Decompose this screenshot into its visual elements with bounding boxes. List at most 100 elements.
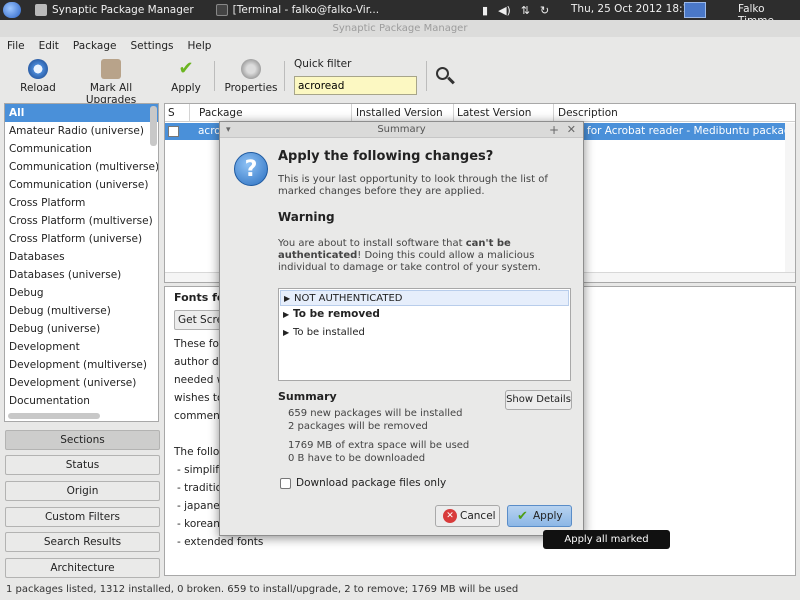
properties-label: Properties — [224, 82, 278, 94]
window-title: Synaptic Package Manager — [0, 20, 800, 37]
menu-edit[interactable]: Edit — [32, 37, 66, 55]
status-button[interactable]: Status — [5, 455, 160, 475]
category-item[interactable]: Debug (universe) — [5, 320, 158, 338]
search-icon[interactable] — [436, 67, 456, 87]
dialog-heading: Apply the following changes? — [278, 149, 494, 164]
origin-button[interactable]: Origin — [5, 481, 160, 501]
expander-icon[interactable]: ▶ — [284, 291, 290, 306]
reload-label: Reload — [20, 82, 56, 94]
expander-icon[interactable]: ▶ — [283, 307, 289, 322]
category-item[interactable]: Development — [5, 338, 158, 356]
col-installed-version[interactable]: Installed Version — [356, 107, 443, 119]
category-item[interactable]: Amateur Radio (universe) — [5, 122, 158, 140]
search-results-button[interactable]: Search Results — [5, 532, 160, 552]
category-vertical-scrollbar[interactable] — [150, 106, 157, 146]
quick-filter-input[interactable] — [294, 76, 417, 95]
checkmark-icon: ✔ — [517, 509, 528, 524]
changes-tree[interactable]: ▶ NOT AUTHENTICATED ▶ To be removed ▶ To… — [278, 288, 571, 381]
category-item[interactable]: Databases — [5, 248, 158, 266]
update-icon[interactable]: ↻ — [540, 4, 549, 17]
description-title: Fonts fo — [174, 291, 225, 304]
description-line: needed w — [174, 374, 226, 386]
category-item[interactable]: Communication — [5, 140, 158, 158]
custom-filters-button[interactable]: Custom Filters — [5, 507, 160, 527]
apply-button[interactable]: ✔ Apply — [507, 505, 572, 527]
architecture-button[interactable]: Architecture — [5, 558, 160, 578]
menu-file[interactable]: File — [0, 37, 32, 55]
dialog-titlebar: ▾ Summary + ✕ — [220, 122, 583, 138]
workspace-switcher[interactable] — [684, 2, 706, 18]
task-terminal-label: [Terminal - falko@falko-Vir... — [232, 4, 380, 16]
description-line: - korean — [177, 518, 220, 530]
battery-icon[interactable]: ▮ — [482, 4, 488, 17]
xfce-menu-icon[interactable] — [3, 2, 21, 18]
reload-button[interactable]: Reload — [18, 59, 58, 94]
dialog-intro: This is your last opportunity to look th… — [278, 174, 548, 197]
top-panel: Synaptic Package Manager [Terminal - fal… — [0, 0, 800, 27]
tree-row-to-be-removed[interactable]: ▶ To be removed — [280, 307, 569, 323]
package-description: for Acrobat reader - Medibuntu package — [587, 125, 796, 137]
task-terminal[interactable]: [Terminal - falko@falko-Vir... — [215, 0, 380, 20]
menu-package[interactable]: Package — [66, 37, 124, 55]
toolbar-separator — [214, 61, 215, 91]
status-bar: 1 packages listed, 1312 installed, 0 bro… — [6, 584, 519, 595]
tree-row-not-authenticated[interactable]: ▶ NOT AUTHENTICATED — [280, 290, 569, 306]
task-synaptic[interactable]: Synaptic Package Manager — [35, 0, 194, 20]
show-details-button[interactable]: Show Details — [505, 390, 572, 410]
category-item[interactable]: Debug — [5, 284, 158, 302]
volume-icon[interactable]: ◀) — [498, 4, 511, 17]
col-package[interactable]: Package — [199, 107, 243, 119]
maximize-icon[interactable]: + — [549, 122, 559, 138]
category-item[interactable]: Communication (universe) — [5, 176, 158, 194]
close-icon[interactable]: ✕ — [567, 122, 576, 138]
package-vertical-scrollbar[interactable] — [785, 123, 795, 275]
toolbar-separator — [426, 61, 427, 91]
col-latest-version[interactable]: Latest Version — [457, 107, 531, 119]
description-line: These fon — [174, 338, 226, 350]
upgrade-icon — [101, 59, 121, 79]
download-only-checkbox[interactable] — [280, 478, 291, 489]
cancel-button[interactable]: ✕ Cancel — [435, 505, 500, 527]
apply-tooltip: Apply all marked changes — [543, 530, 670, 564]
category-item[interactable]: Cross Platform (multiverse) — [5, 212, 158, 230]
checkmark-icon: ✔ — [178, 58, 194, 79]
quick-filter-label: Quick filter — [294, 58, 352, 70]
expander-icon[interactable]: ▶ — [283, 325, 289, 340]
menu-settings[interactable]: Settings — [123, 37, 180, 55]
mark-all-upgrades-button[interactable]: Mark All Upgrades — [66, 59, 156, 106]
window-menu-icon[interactable]: ▾ — [226, 122, 231, 138]
category-horizontal-scrollbar[interactable] — [8, 413, 100, 419]
panel-clock[interactable]: Thu, 25 Oct 2012 18:17 — [571, 3, 696, 15]
tree-row-label: To be removed — [293, 308, 380, 320]
synaptic-task-icon — [35, 4, 47, 16]
category-list[interactable]: All Amateur Radio (universe) Communicati… — [4, 103, 159, 422]
gear-icon — [241, 59, 261, 79]
description-line: comment — [174, 410, 224, 422]
summary-line: 2 packages will be removed — [288, 421, 428, 432]
category-item[interactable]: Cross Platform — [5, 194, 158, 212]
apply-toolbar-button[interactable]: ✔ Apply — [168, 58, 204, 95]
menu-bar: File Edit Package Settings Help — [0, 37, 800, 55]
summary-heading: Summary — [278, 390, 337, 403]
category-item[interactable]: Development (universe) — [5, 374, 158, 392]
menu-help[interactable]: Help — [181, 37, 219, 55]
download-only-label[interactable]: Download package files only — [296, 477, 446, 489]
terminal-task-icon — [215, 4, 228, 16]
category-item-all[interactable]: All — [5, 104, 158, 122]
col-description[interactable]: Description — [558, 107, 618, 119]
network-icon[interactable]: ⇅ — [521, 4, 530, 17]
category-item[interactable]: Development (multiverse) — [5, 356, 158, 374]
package-checkbox[interactable] — [168, 126, 179, 137]
category-item[interactable]: Documentation — [5, 392, 158, 410]
col-status[interactable]: S — [168, 107, 175, 119]
category-item[interactable]: Debug (multiverse) — [5, 302, 158, 320]
category-item[interactable]: Communication (multiverse) — [5, 158, 158, 176]
category-item[interactable]: Cross Platform (universe) — [5, 230, 158, 248]
toolbar-separator — [284, 61, 285, 91]
warning-text-prefix: You are about to install software that — [278, 238, 466, 249]
tree-row-to-be-installed[interactable]: ▶ To be installed — [280, 325, 569, 341]
toolbar: Reload Mark All Upgrades ✔ Apply Propert… — [0, 55, 800, 106]
sections-button[interactable]: Sections — [5, 430, 160, 450]
properties-button[interactable]: Properties — [224, 59, 278, 94]
category-item[interactable]: Databases (universe) — [5, 266, 158, 284]
